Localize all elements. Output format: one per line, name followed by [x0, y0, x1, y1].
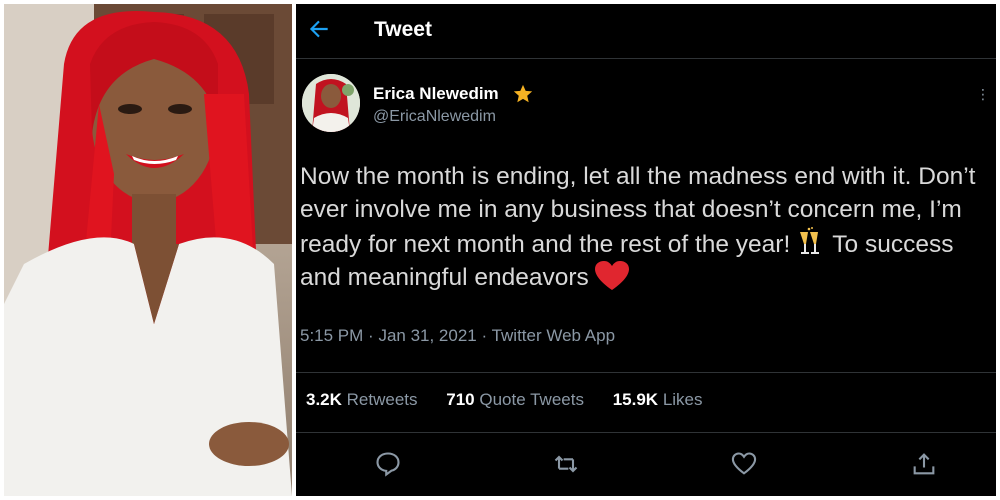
tweet-text: Now the month is ending, let all the mad… — [300, 160, 990, 294]
likes-label: Likes — [662, 390, 703, 409]
share-icon[interactable] — [910, 450, 938, 478]
username[interactable]: @EricaNlewedim — [373, 108, 496, 126]
meta-separator: · — [368, 326, 379, 345]
quote-tweets-count: 710 — [446, 390, 475, 409]
clinking-glasses-icon — [800, 227, 820, 254]
display-name[interactable]: Erica Nlewedim — [373, 84, 499, 104]
tweet-time[interactable]: 5:15 PM — [300, 326, 363, 345]
like-icon[interactable] — [730, 450, 758, 478]
profile-photo — [4, 4, 292, 496]
retweets-stat[interactable]: 3.2K Retweets — [306, 390, 418, 409]
tweet-source[interactable]: Twitter Web App — [492, 326, 615, 345]
reply-icon[interactable] — [374, 450, 402, 478]
action-bar — [296, 446, 996, 486]
tweet-header: Tweet — [296, 4, 996, 59]
tweet-panel: Tweet Erica Nlewedim @EricaNlewedim ⋮ No… — [296, 4, 996, 496]
red-heart-icon — [594, 261, 629, 290]
retweets-label: Retweets — [346, 390, 418, 409]
divider — [296, 432, 996, 433]
tweet-stats: 3.2K Retweets 710 Quote Tweets 15.9K Lik… — [306, 390, 727, 410]
avatar[interactable] — [302, 74, 360, 132]
divider — [296, 372, 996, 373]
tweet-meta: 5:15 PM · Jan 31, 2021 · Twitter Web App — [300, 326, 615, 346]
tweet-date[interactable]: Jan 31, 2021 — [378, 326, 476, 345]
quote-tweets-label: Quote Tweets — [479, 390, 584, 409]
quote-tweets-stat[interactable]: 710 Quote Tweets — [446, 390, 584, 409]
meta-separator: · — [481, 326, 492, 345]
retweets-count: 3.2K — [306, 390, 342, 409]
likes-stat[interactable]: 15.9K Likes — [613, 390, 703, 409]
page-title: Tweet — [374, 18, 432, 41]
more-options-icon[interactable]: ⋮ — [976, 86, 990, 103]
retweet-icon[interactable] — [552, 450, 580, 478]
back-arrow-icon[interactable] — [306, 16, 332, 42]
likes-count: 15.9K — [612, 390, 659, 409]
star-icon — [513, 84, 533, 103]
